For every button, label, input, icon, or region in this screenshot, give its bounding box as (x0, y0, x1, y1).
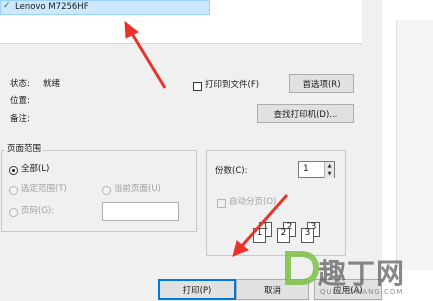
watermark-brand: 趣丁网 (318, 257, 406, 290)
arrow-to-print-button (232, 194, 289, 257)
watermark-url: QUDINGWANG.COM (320, 288, 404, 296)
watermark-logo (285, 251, 320, 285)
arrow-to-printer (124, 20, 167, 89)
watermark: 趣丁网 QUDINGWANG.COM (284, 248, 433, 301)
